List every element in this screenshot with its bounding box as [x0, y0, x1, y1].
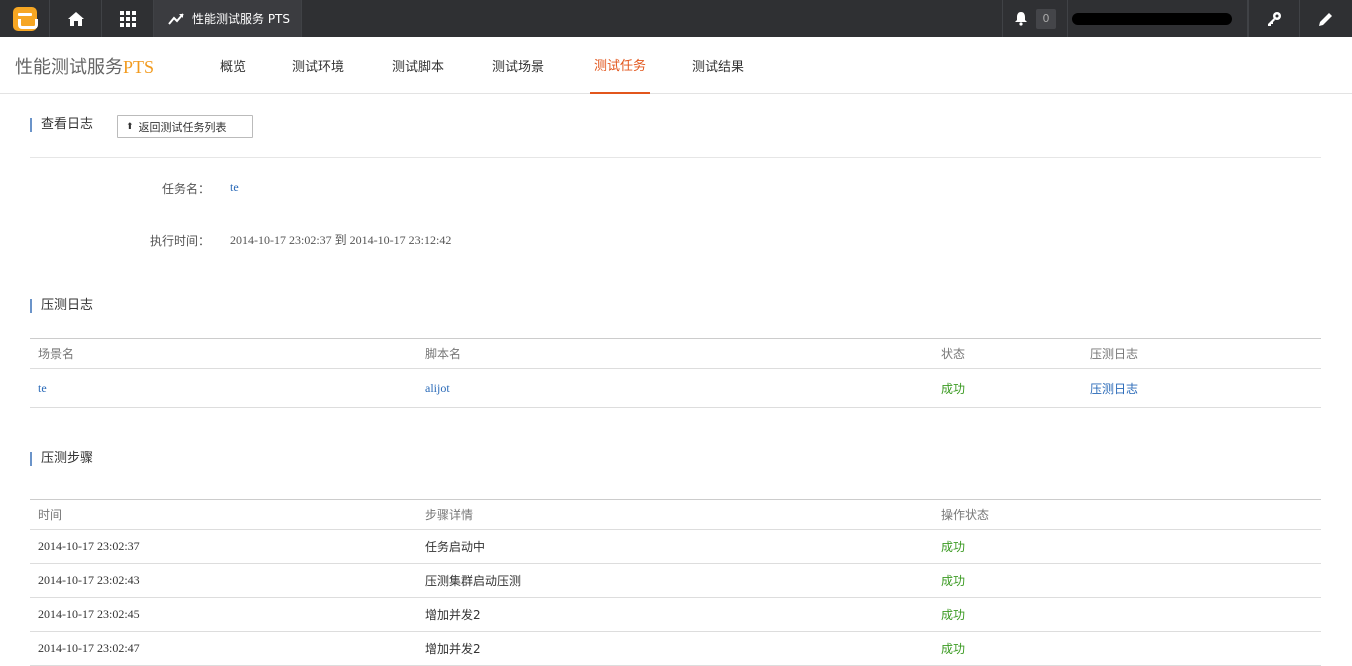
apps-menu-button[interactable] [102, 0, 154, 37]
redacted-user-email [1072, 12, 1232, 25]
col-script: 脚本名 [417, 338, 933, 369]
step-status: 成功 [933, 563, 1321, 598]
view-log-title: 查看日志 [30, 118, 93, 132]
home-button[interactable] [50, 0, 102, 37]
pencil-icon [1319, 12, 1332, 26]
brand-title: 性能测试服务PTS [15, 53, 154, 79]
task-name-label: 任务名： [161, 182, 210, 196]
product-header: 性能测试服务PTS 概览 测试环境 测试脚本 测试场景 测试任务 测试结果 [0, 37, 1352, 94]
pressure-log-table: 场景名 脚本名 状态 压测日志 te alijot 成功 压测日志 [30, 338, 1321, 408]
table-header-row: 时间 步骤详情 操作状态 [30, 499, 1321, 530]
aliyun-logo[interactable] [0, 0, 50, 37]
step-status: 成功 [933, 597, 1321, 632]
tab-test-task[interactable]: 测试任务 [590, 37, 650, 94]
step-status: 成功 [933, 529, 1321, 564]
table-row: 2014-10-17 23:02:45 增加并发2 成功 [30, 597, 1321, 632]
top-bar: 性能测试服务 PTS 0 [0, 0, 1352, 37]
home-icon [67, 11, 84, 26]
status-cell: 成功 [933, 368, 1082, 408]
col-detail: 步骤详情 [417, 499, 933, 530]
grid-icon [119, 10, 136, 27]
col-op-status: 操作状态 [933, 499, 1321, 530]
col-log: 压测日志 [1082, 338, 1321, 369]
tab-test-result[interactable]: 测试结果 [692, 37, 744, 94]
step-detail: 任务启动中 [417, 529, 933, 564]
step-detail: 压测集群启动压测 [417, 563, 933, 598]
tab-overview[interactable]: 概览 [220, 37, 246, 94]
upload-arrow-icon: ⬆ [126, 121, 134, 132]
exec-time-value: 2014-10-17 23:02:37 到 2014-10-17 23:12:4… [230, 233, 452, 247]
bell-icon [1015, 12, 1027, 26]
notification-count: 0 [1036, 8, 1056, 29]
table-header-row: 场景名 脚本名 状态 压测日志 [30, 338, 1321, 369]
table-row: te alijot 成功 压测日志 [30, 368, 1321, 408]
col-scene: 场景名 [30, 338, 417, 369]
scene-link[interactable]: te [30, 368, 417, 408]
edit-button[interactable] [1300, 0, 1352, 37]
trend-icon [168, 12, 184, 25]
back-to-task-list-button[interactable]: ⬆ 返回测试任务列表 [117, 115, 253, 138]
step-detail: 增加并发2 [417, 597, 933, 632]
script-link[interactable]: alijot [417, 368, 933, 408]
notifications-button[interactable]: 0 [1002, 0, 1068, 37]
brand-cn: 性能测试服务 [15, 57, 123, 78]
exec-time-label: 执行时间： [149, 234, 210, 248]
pressure-log-title: 压测日志 [30, 299, 93, 313]
step-time: 2014-10-17 23:02:43 [30, 563, 417, 598]
task-name-value: te [230, 180, 239, 194]
col-status: 状态 [933, 338, 1082, 369]
divider [30, 157, 1321, 158]
table-row: 2014-10-17 23:02:47 增加并发2 成功 [30, 631, 1321, 666]
table-row: 2014-10-17 23:02:43 压测集群启动压测 成功 [30, 563, 1321, 598]
cloud-logo-icon [12, 6, 38, 31]
table-row: 2014-10-17 23:02:37 任务启动中 成功 [30, 529, 1321, 564]
pressure-steps-table: 时间 步骤详情 操作状态 2014-10-17 23:02:37 任务启动中 成… [30, 499, 1321, 666]
step-time: 2014-10-17 23:02:47 [30, 631, 417, 666]
access-key-button[interactable] [1248, 0, 1300, 37]
tab-test-env[interactable]: 测试环境 [292, 37, 344, 94]
col-time: 时间 [30, 499, 417, 530]
tab-test-script[interactable]: 测试脚本 [392, 37, 444, 94]
step-status: 成功 [933, 631, 1321, 666]
pressure-steps-title: 压测步骤 [30, 452, 93, 466]
step-detail: 增加并发2 [417, 631, 933, 666]
step-time: 2014-10-17 23:02:37 [30, 529, 417, 564]
user-menu[interactable] [1068, 0, 1248, 37]
tab-test-scene[interactable]: 测试场景 [492, 37, 544, 94]
pressure-log-link[interactable]: 压测日志 [1082, 368, 1321, 408]
step-time: 2014-10-17 23:02:45 [30, 597, 417, 632]
product-switcher[interactable]: 性能测试服务 PTS [154, 0, 302, 37]
key-icon [1268, 11, 1281, 26]
product-label: 性能测试服务 PTS [192, 12, 290, 26]
brand-en: PTS [123, 57, 155, 77]
back-button-label: 返回测试任务列表 [138, 120, 227, 134]
